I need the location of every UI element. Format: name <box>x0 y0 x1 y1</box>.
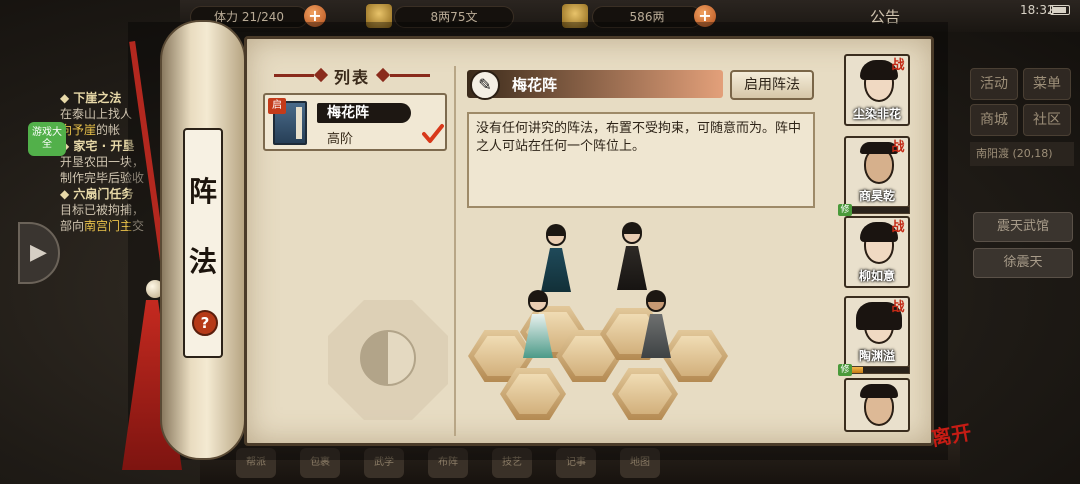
enable-formation-button[interactable]: 启用阵法 <box>730 70 814 100</box>
party-member-name: 陶渊溢 <box>858 349 895 363</box>
formation-character[interactable] <box>520 290 556 358</box>
shop-button[interactable]: 商城 <box>970 104 1018 136</box>
npc-button-xu-zhentian[interactable]: 徐震天 <box>973 248 1073 278</box>
party-member-name: 柳如意 <box>858 269 895 283</box>
training-progress-bar <box>842 366 910 374</box>
list-header: 列表 <box>274 64 430 87</box>
battery-icon <box>1050 5 1070 15</box>
training-progress-bar <box>842 206 910 214</box>
formation-title-bar <box>467 70 723 98</box>
formation-book-icon: ✎ <box>470 70 500 100</box>
party-portrait[interactable]: 战 商昊乾 <box>844 136 910 208</box>
formation-character[interactable] <box>638 290 674 358</box>
location-display: 南阳渡 (20,18) <box>970 142 1074 166</box>
scroll-title-char: 阵 <box>188 175 217 208</box>
header-diamond-icon <box>375 67 391 83</box>
panel-divider <box>454 66 456 436</box>
battle-badge: 战 <box>891 220 905 235</box>
battle-badge: 战 <box>891 140 905 155</box>
scroll-title-char: 法 <box>188 245 217 278</box>
community-button[interactable]: 社区 <box>1023 104 1071 136</box>
formation-item-rank: 高阶 <box>327 132 354 147</box>
header-diamond-icon <box>313 67 329 83</box>
npc-button-martial-hall[interactable]: 震天武馆 <box>973 212 1073 242</box>
enabled-badge: 启 <box>268 98 286 114</box>
battle-badge: 战 <box>891 300 905 315</box>
formation-character[interactable] <box>538 224 574 292</box>
menu-button[interactable]: 菜单 <box>1023 68 1071 100</box>
party-portrait[interactable]: 战 柳如意 <box>844 216 910 288</box>
activity-button[interactable]: 活动 <box>970 68 1018 100</box>
character-hair <box>860 384 898 398</box>
party-portrait[interactable] <box>844 378 910 432</box>
training-tag: 修 <box>838 364 852 376</box>
party-member-name: 商昊乾 <box>858 189 895 203</box>
list-header-title: 列表 <box>334 68 371 87</box>
formation-description: 没有任何讲究的阵法，布置不受拘束，可随意而为。阵中之人可站在任何一个阵位上。 <box>467 112 815 208</box>
party-member-name: 尘染非花 <box>852 107 901 121</box>
formation-character[interactable] <box>614 222 650 290</box>
header-ornament <box>274 74 314 77</box>
battle-badge: 战 <box>891 58 905 73</box>
checkmark-icon <box>422 124 444 143</box>
help-button[interactable]: ? <box>192 310 218 336</box>
training-tag: 修 <box>838 204 852 216</box>
party-portrait[interactable]: 战 陶渊溢 <box>844 296 910 368</box>
game-center-tab[interactable]: 游戏大全 <box>28 122 66 156</box>
formation-title: 梅花阵 <box>512 76 558 94</box>
formation-list-item[interactable]: 启 梅花阵 高阶 <box>263 93 447 151</box>
formation-item-name: 梅花阵 <box>327 105 369 121</box>
header-ornament <box>390 74 430 77</box>
play-arrow-icon: ▶ <box>30 240 47 265</box>
yin-yang-icon <box>360 330 416 386</box>
party-portrait[interactable]: 战 尘染非花 <box>844 54 910 126</box>
